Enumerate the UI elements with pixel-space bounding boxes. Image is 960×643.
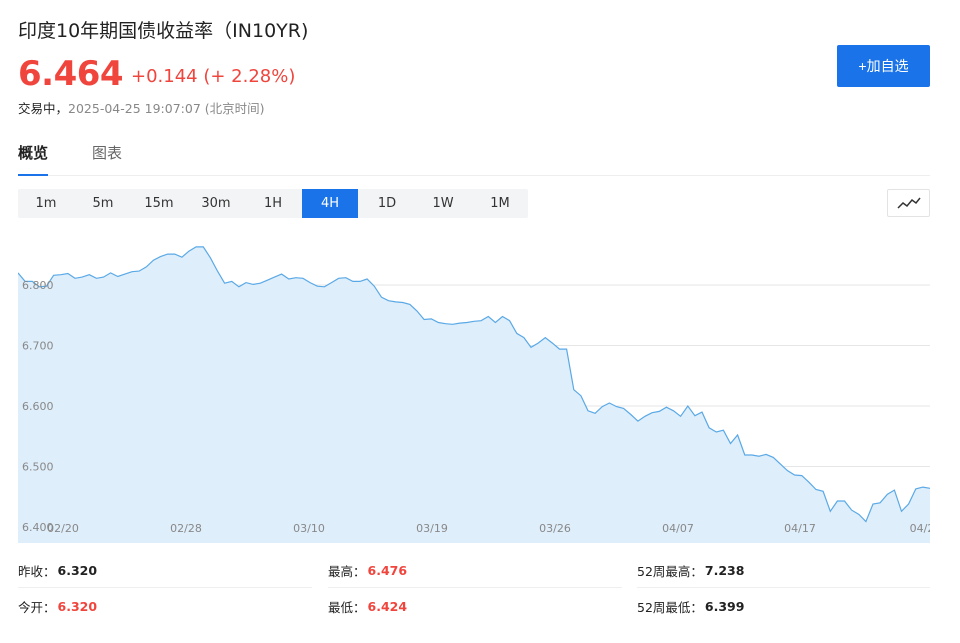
chart-canvas: 6.8006.7006.6006.5006.40002/20 02/28 03/10… <box>18 231 930 543</box>
stat-label: 最高： <box>328 563 366 579</box>
x-tick-label: 04/07 <box>662 522 694 535</box>
x-tick-label: 02/28 <box>170 522 202 535</box>
tab-overview[interactable]: 概览 <box>18 142 49 176</box>
stat-value: 6.399 <box>704 598 745 614</box>
y-tick-label: 6.700 <box>22 340 54 353</box>
trade-status-text: 交易中， <box>18 101 69 116</box>
x-tick-label: 03/19 <box>416 522 448 535</box>
stat-prev-close: 昨收： 6.320 <box>18 552 97 588</box>
stat-value: 6.320 <box>57 562 98 578</box>
x-tick-label: 03/10 <box>293 522 325 535</box>
stat-value: 6.424 <box>367 598 408 614</box>
period-1d[interactable]: 1D <box>359 189 415 218</box>
period-selector: 1m 5m 15m 30m 1H 4H 1D 1W 1M <box>18 189 528 218</box>
trade-datetime: 2025-04-25 19:07:07 (北京时间) <box>68 101 265 116</box>
stat-low: 最低： 6.424 <box>328 588 407 624</box>
period-1w[interactable]: 1W <box>415 189 471 218</box>
stats-table: 昨收： 6.320 最高： 6.476 52周最高： 7.238 今开： 6.320 最… <box>18 552 930 624</box>
tab-chart[interactable]: 图表 <box>92 142 122 176</box>
price-change: +0.144 (+ 2.28%) <box>131 66 296 87</box>
period-30m[interactable]: 30m <box>188 189 244 218</box>
period-1m[interactable]: 1m <box>18 189 74 218</box>
stat-open: 今开： 6.320 <box>18 588 97 624</box>
stat-high: 最高： 6.476 <box>328 552 407 588</box>
trade-status: 交易中，2025-04-25 19:07:07 (北京时间) <box>18 98 265 117</box>
stats-row: 昨收： 6.320 最高： 6.476 52周最高： 7.238 <box>18 552 930 588</box>
stat-label: 最低： <box>328 599 366 615</box>
stat-value: 7.238 <box>704 562 745 578</box>
period-1mo[interactable]: 1M <box>472 189 528 218</box>
y-tick-label: 6.800 <box>22 279 54 292</box>
line-chart-icon <box>896 197 921 209</box>
stat-52w-low: 52周最低： 6.399 <box>637 588 744 624</box>
add-to-watchlist-button[interactable]: +加自选 <box>837 45 930 87</box>
x-tick-label: 03/26 <box>539 522 571 535</box>
y-tick-label: 6.500 <box>22 461 54 474</box>
stats-row: 今开： 6.320 最低： 6.424 52周最低： 6.399 <box>18 588 930 624</box>
tab-bar: 概览 图表 <box>18 142 930 176</box>
stat-52w-high: 52周最高： 7.238 <box>637 552 744 588</box>
x-tick-label: 04/17 <box>784 522 816 535</box>
stat-label: 今开： <box>18 599 56 615</box>
chart-type-toggle[interactable] <box>887 189 930 217</box>
stat-value: 6.320 <box>57 598 98 614</box>
current-price: 6.464 <box>18 54 124 94</box>
stat-label: 52周最高： <box>637 563 703 579</box>
x-tick-label: 02/20 <box>47 522 79 535</box>
x-tick-label: 04/2 <box>910 522 930 535</box>
price-chart[interactable]: 6.800 6.700 6.600 6.500 6.400 02/20 02/28 03/10… <box>18 231 930 543</box>
period-15m[interactable]: 15m <box>131 189 187 218</box>
y-tick-label: 6.600 <box>22 400 54 413</box>
stat-value: 6.476 <box>367 562 408 578</box>
page-title: 印度10年期国债收益率（IN10YR) <box>18 20 309 42</box>
period-5m[interactable]: 5m <box>75 189 131 218</box>
stat-label: 52周最低： <box>637 599 703 615</box>
period-1h[interactable]: 1H <box>245 189 301 218</box>
stat-label: 昨收： <box>18 563 56 579</box>
period-4h[interactable]: 4H <box>302 189 358 218</box>
